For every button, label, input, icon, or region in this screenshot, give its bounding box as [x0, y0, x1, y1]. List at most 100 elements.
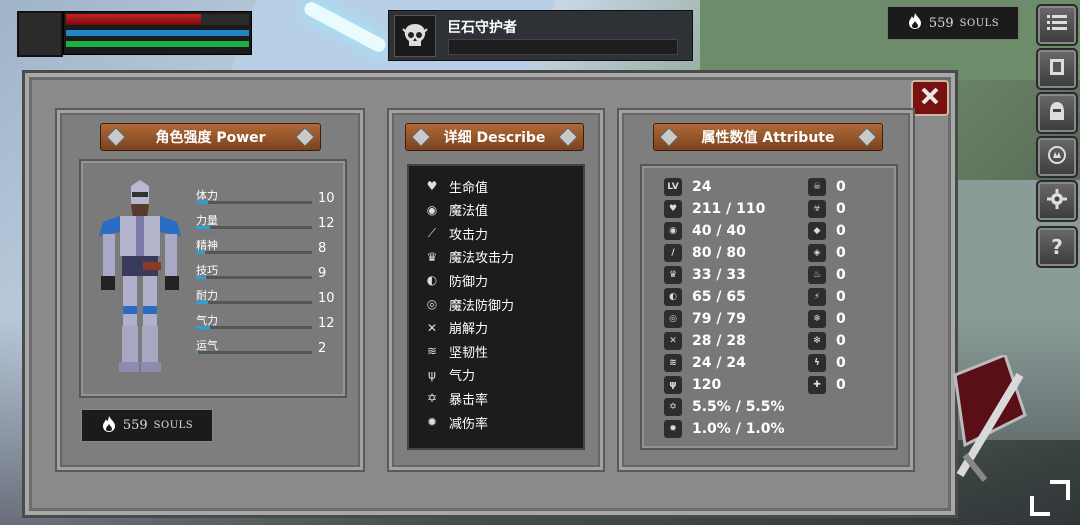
attribute-value: 5.5% / 5.5%: [692, 399, 785, 415]
menu-icon: [1047, 14, 1067, 36]
describe-panel-header: 详细 Describe: [405, 123, 584, 151]
stat-bar-fill: [196, 226, 210, 229]
rivet-icon: [558, 127, 578, 147]
skull-icon: [394, 15, 436, 57]
stat-value: 12: [318, 216, 335, 231]
resistance-row: ❄ 0: [808, 309, 846, 329]
attribute-row: ◉ 40 / 40: [664, 221, 746, 241]
resistance-icon: ✻: [808, 332, 826, 350]
power-stat-row: 技巧 9: [196, 262, 336, 286]
souls-unit: SOULS: [153, 420, 194, 431]
resize-icon[interactable]: [1028, 478, 1072, 518]
resistance-value: 0: [836, 377, 846, 393]
power-stat-row: 精神 8: [196, 237, 336, 261]
boss-health-bar: [448, 39, 678, 55]
describe-item: ♥ 生命值: [423, 175, 488, 197]
emblem-button[interactable]: [1036, 136, 1078, 178]
stat-bar: [196, 201, 312, 204]
attribute-icon: ✕: [664, 332, 682, 350]
rivet-icon: [659, 127, 679, 147]
stat-value: 10: [318, 291, 335, 306]
describe-label: 崩解力: [449, 322, 489, 338]
close-button[interactable]: [911, 80, 949, 116]
describe-label: 暴击率: [449, 392, 489, 408]
settings-button[interactable]: [1036, 180, 1078, 222]
sword-emblem: [953, 355, 1027, 482]
souls-display: 559 SOULS: [81, 409, 213, 442]
toughness-icon: ≋: [426, 344, 438, 359]
power-stat-row: 体力 10: [196, 187, 336, 211]
emblem-icon: [1047, 145, 1067, 169]
stat-value: 12: [318, 316, 335, 331]
attribute-value: 1.0% / 1.0%: [692, 421, 785, 437]
resistance-icon: ✚: [808, 376, 826, 394]
resistance-row: ☣ 0: [808, 199, 846, 219]
damage-reduction-icon: ✹: [426, 415, 438, 429]
resistance-icon: ⚡: [808, 288, 826, 306]
attribute-row: ≋ 24 / 24: [664, 353, 746, 373]
attribute-value: 211 / 110: [692, 201, 766, 217]
resistance-value: 0: [836, 201, 846, 217]
attribute-panel-header: 属性数值 Attribute: [653, 123, 883, 151]
power-stat-row: 气力 12: [196, 312, 336, 336]
stat-value: 9: [318, 266, 327, 281]
resistance-icon: ϟ: [808, 354, 826, 372]
menu-button[interactable]: [1036, 4, 1078, 46]
describe-item: ♛ 魔法攻击力: [423, 246, 514, 268]
describe-panel-title: 详细 Describe: [443, 130, 546, 146]
resistance-value: 0: [836, 311, 846, 327]
equipment-button[interactable]: [1036, 48, 1078, 90]
break-icon: ✕: [426, 320, 438, 335]
rivet-icon: [857, 127, 877, 147]
resistance-icon: ♨: [808, 266, 826, 284]
attribute-row: ✹ 1.0% / 1.0%: [664, 419, 785, 439]
attribute-row: ◐ 65 / 65: [664, 287, 746, 307]
resistance-row: ☠ 0: [808, 177, 846, 197]
flame-icon: [101, 415, 117, 437]
helmet-icon: [1048, 101, 1066, 125]
describe-item: ✹ 减伤率: [423, 411, 488, 433]
describe-label: 魔法值: [449, 204, 489, 220]
stat-bar: [196, 301, 312, 304]
helmet-button[interactable]: [1036, 92, 1078, 134]
describe-item: ◐ 防御力: [423, 269, 488, 291]
stat-bar-fill: [196, 201, 208, 204]
armor-icon: [1048, 57, 1066, 81]
gear-icon: [1047, 189, 1067, 213]
help-button[interactable]: ?: [1036, 226, 1078, 268]
power-panel-header: 角色强度 Power: [100, 123, 321, 151]
resistance-value: 0: [836, 179, 846, 195]
stat-bar: [196, 351, 312, 354]
attribute-icon: ≋: [664, 354, 682, 372]
flame-icon: [907, 12, 923, 34]
resistance-value: 0: [836, 267, 846, 283]
attribute-row: ✕ 28 / 28: [664, 331, 746, 351]
attribute-icon: ψ: [664, 376, 682, 394]
souls-unit: SOULS: [959, 17, 1000, 29]
attribute-row: ♛ 33 / 33: [664, 265, 746, 285]
attribute-icon: ✡: [664, 398, 682, 416]
stat-value: 10: [318, 191, 335, 206]
player-avatar: [17, 11, 63, 57]
attribute-row: ✡ 5.5% / 5.5%: [664, 397, 785, 417]
describe-label: 气力: [449, 369, 476, 385]
magic-attack-icon: ♛: [426, 249, 438, 264]
resistance-icon: ◆: [808, 222, 826, 240]
describe-list: ♥ 生命值 ◉ 魔法值 ⟋ 攻击力 ♛ 魔法攻击力 ◐ 防御力 ◎ 魔法防御力 ✕ 崩解力 ≋ 坚韧性 ψ 气力 ✡…: [407, 164, 585, 450]
stat-bar-fill: [196, 326, 210, 329]
stat-value: 8: [318, 241, 327, 256]
knight-character-model: [99, 180, 181, 372]
attribute-icon: ◎: [664, 310, 682, 328]
resistance-row: ♨ 0: [808, 265, 846, 285]
lungs-icon: ψ: [428, 367, 436, 382]
resistance-icon: ❄: [808, 310, 826, 328]
resistance-icon: ☣: [808, 200, 826, 218]
attribute-value: 120: [692, 377, 722, 393]
resistance-value: 0: [836, 333, 846, 349]
attribute-icon: ♛: [664, 266, 682, 284]
boss-name: 巨石守护者: [447, 20, 517, 36]
stat-bar: [196, 276, 312, 279]
attribute-value: 65 / 65: [692, 289, 746, 305]
resistance-value: 0: [836, 245, 846, 261]
resistance-value: 0: [836, 355, 846, 371]
